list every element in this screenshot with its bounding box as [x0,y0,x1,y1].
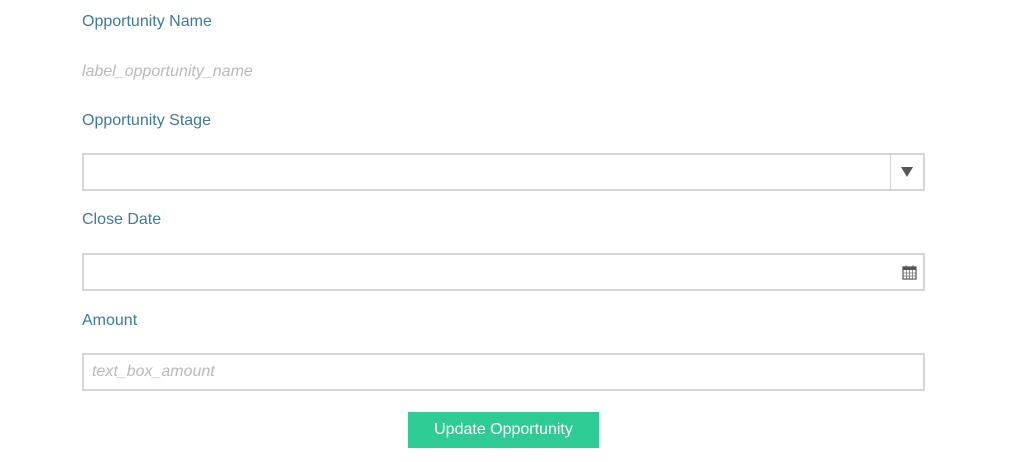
opportunity-name-label: Opportunity Name [82,13,212,30]
opportunity-stage-label: Opportunity Stage [82,112,211,129]
amount-field-container [82,353,925,391]
close-date-field[interactable] [82,253,925,291]
chevron-down-icon [901,167,913,177]
opportunity-name-value: label_opportunity_name [82,63,253,80]
opportunity-stage-select[interactable] [82,153,925,191]
close-date-label: Close Date [82,211,162,228]
update-opportunity-form: Opportunity Name label_opportunity_name … [0,0,1033,462]
stage-dropdown-toggle[interactable] [890,155,923,189]
calendar-icon[interactable] [902,265,917,280]
update-opportunity-button[interactable]: Update Opportunity [408,412,599,448]
amount-label: Amount [82,312,138,329]
amount-input[interactable] [84,355,923,389]
